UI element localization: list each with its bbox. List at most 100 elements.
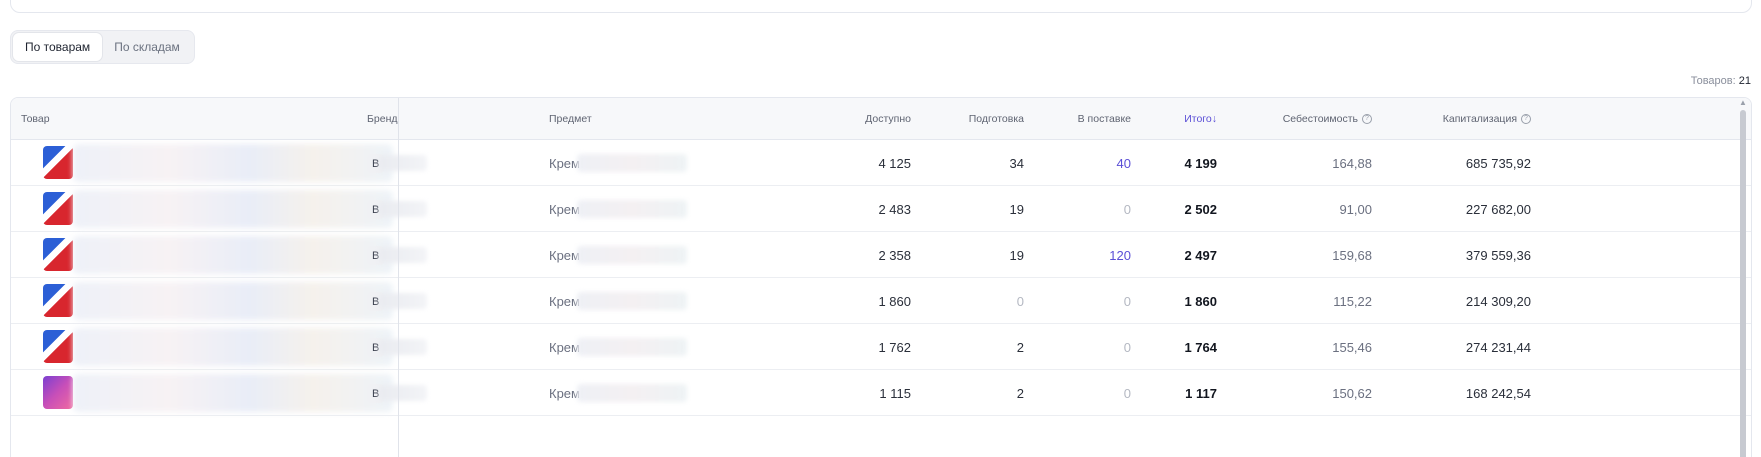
in-supply-cell[interactable]: 120 <box>1024 232 1131 278</box>
subject-cell: Крем <box>549 140 580 186</box>
scroll-thumb[interactable] <box>1740 110 1746 457</box>
col-brand[interactable]: Бренд <box>367 98 398 140</box>
view-switcher: По товарам По складам <box>10 30 195 64</box>
total-cell: 1 860 <box>1184 293 1217 309</box>
subject-blurred <box>577 338 687 356</box>
total-cell: 2 502 <box>1184 201 1217 217</box>
brand-name-blurred <box>379 247 427 263</box>
capitalization-cell: 685 735,92 <box>1465 155 1531 171</box>
cost-cell: 164,88 <box>1332 155 1372 171</box>
preparing-cell: 2 <box>1016 339 1024 355</box>
table-row[interactable]: В Крем 2 358 19 120 2 497 159,68 379 559… <box>11 232 1751 278</box>
vertical-scrollbar[interactable]: ▲ <box>1739 98 1749 457</box>
table-row[interactable]: В Крем 1 762 2 0 1 764 155,46 274 231,44 <box>11 324 1751 370</box>
available-cell: 1 762 <box>878 339 911 355</box>
brand-name-blurred <box>379 293 427 309</box>
available-cell: 2 358 <box>878 247 911 263</box>
table-row[interactable]: В Крем 1 115 2 0 1 117 150,62 168 242,54 <box>11 370 1751 416</box>
subject-cell: Крем <box>549 278 580 324</box>
capitalization-cell: 214 309,20 <box>1465 293 1531 309</box>
cost-cell: 115,22 <box>1333 293 1372 309</box>
subject-text: Крем <box>549 155 580 171</box>
subject-text: Крем <box>549 201 580 217</box>
subject-cell: Крем <box>549 324 580 370</box>
col-in-supply[interactable]: В поставке <box>1024 98 1131 140</box>
preparing-cell: 19 <box>1009 247 1024 263</box>
subject-text: Крем <box>549 385 580 401</box>
product-thumbnail[interactable] <box>43 284 73 317</box>
product-thumbnail[interactable] <box>43 146 73 179</box>
col-capitalization[interactable]: Капитализация ? <box>1372 98 1531 140</box>
total-cell: 1 764 <box>1184 339 1217 355</box>
preparing-cell: 2 <box>1016 385 1024 401</box>
available-cell: 2 483 <box>878 201 911 217</box>
cost-cell: 155,46 <box>1332 339 1372 355</box>
capitalization-cell: 274 231,44 <box>1465 339 1531 355</box>
brand-name-blurred <box>379 155 427 171</box>
product-name-blurred[interactable] <box>73 236 393 274</box>
col-cost[interactable]: Себестоимость ? <box>1217 98 1372 140</box>
table-row[interactable]: В Крем 2 483 19 0 2 502 91,00 227 682,00 <box>11 186 1751 232</box>
in-supply-cell: 0 <box>1123 293 1131 309</box>
products-count-label: Товаров: <box>1690 75 1736 87</box>
available-cell: 1 115 <box>879 385 911 401</box>
available-cell: 1 860 <box>878 293 911 309</box>
capitalization-cell: 168 242,54 <box>1465 385 1531 401</box>
cost-cell: 150,62 <box>1332 385 1372 401</box>
subject-blurred <box>577 246 687 264</box>
help-icon[interactable]: ? <box>1521 114 1531 124</box>
subject-cell: Крем <box>549 186 580 232</box>
product-thumbnail[interactable] <box>43 376 73 409</box>
products-count: Товаров: 21 <box>1691 75 1751 87</box>
help-icon[interactable]: ? <box>1362 114 1372 124</box>
preparing-cell: 0 <box>1016 293 1024 309</box>
product-name-blurred[interactable] <box>73 144 393 182</box>
product-name-blurred[interactable] <box>73 328 393 366</box>
subject-blurred <box>577 384 687 402</box>
tab-by-products[interactable]: По товарам <box>13 33 103 61</box>
subject-blurred <box>577 154 687 172</box>
product-name-blurred[interactable] <box>73 282 393 320</box>
col-preparing[interactable]: Подготовка <box>911 98 1024 140</box>
product-name-blurred[interactable] <box>73 190 393 228</box>
brand-name-blurred <box>379 339 427 355</box>
in-supply-cell: 0 <box>1123 385 1131 401</box>
subject-blurred <box>577 292 687 310</box>
col-available[interactable]: Доступно <box>771 98 911 140</box>
table-row[interactable]: В Крем 1 860 0 0 1 860 115,22 214 309,20 <box>11 278 1751 324</box>
scroll-up-icon[interactable]: ▲ <box>1739 98 1747 108</box>
preparing-cell: 34 <box>1009 155 1024 171</box>
table-row[interactable]: В Крем 4 125 34 40 4 199 164,88 685 735,… <box>11 140 1751 186</box>
col-total-sorted[interactable]: Итого↓ <box>1131 98 1217 140</box>
cost-cell: 159,68 <box>1332 247 1372 263</box>
product-thumbnail[interactable] <box>43 330 73 363</box>
subject-cell: Крем <box>549 232 580 278</box>
in-supply-cell: 0 <box>1123 201 1131 217</box>
filter-panel <box>10 0 1752 13</box>
tab-by-warehouses[interactable]: По складам <box>102 33 192 61</box>
in-supply-cell[interactable]: 40 <box>1024 140 1131 186</box>
cost-cell: 91,00 <box>1339 201 1372 217</box>
table-header: Товар Бренд Предмет Доступно Подготовка … <box>11 98 1751 140</box>
products-count-value: 21 <box>1738 75 1751 87</box>
total-cell: 1 117 <box>1185 385 1217 401</box>
available-cell: 4 125 <box>878 155 911 171</box>
brand-name-blurred <box>379 385 427 401</box>
total-cell: 4 199 <box>1184 155 1217 171</box>
product-name-blurred[interactable] <box>73 374 393 412</box>
brand-name-blurred <box>379 201 427 217</box>
subject-cell: Крем <box>549 370 580 416</box>
subject-text: Крем <box>549 339 580 355</box>
product-thumbnail[interactable] <box>43 238 73 271</box>
subject-text: Крем <box>549 293 580 309</box>
product-thumbnail[interactable] <box>43 192 73 225</box>
capitalization-cell: 379 559,36 <box>1465 247 1531 263</box>
subject-blurred <box>577 200 687 218</box>
subject-text: Крем <box>549 247 580 263</box>
col-capitalization-label: Капитализация <box>1442 113 1517 125</box>
total-cell: 2 497 <box>1184 247 1217 263</box>
col-product[interactable]: Товар <box>21 98 50 140</box>
col-subject[interactable]: Предмет <box>549 98 592 140</box>
in-supply-cell: 0 <box>1123 339 1131 355</box>
col-cost-label: Себестоимость <box>1282 113 1358 125</box>
